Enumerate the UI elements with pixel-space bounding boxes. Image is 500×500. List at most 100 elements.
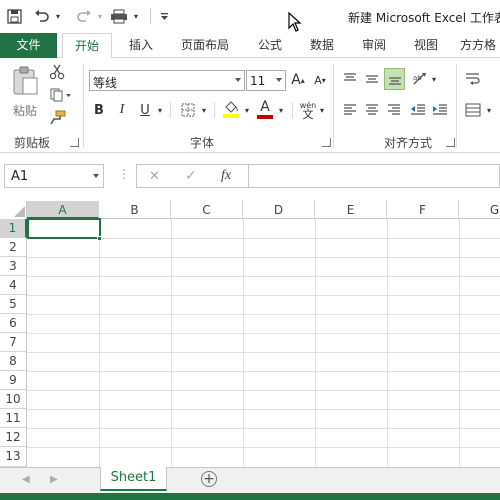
row-header-7[interactable]: 7 <box>0 333 27 352</box>
enter-icon[interactable]: ✓ <box>185 168 197 184</box>
alignment-launcher-icon[interactable] <box>446 138 455 147</box>
name-box[interactable]: A1 <box>4 164 104 188</box>
select-all-button[interactable] <box>0 201 27 219</box>
merge-dropdown-icon[interactable]: ▾ <box>484 100 494 120</box>
tab-home[interactable]: 开始 <box>62 33 112 59</box>
tab-data[interactable]: 数据 <box>300 33 344 58</box>
gridline <box>27 409 500 410</box>
tab-ffcell[interactable]: 方方格 <box>460 33 500 58</box>
formula-buttons: ✕ ✓ fx <box>136 164 248 188</box>
phonetic-icon: 文 <box>302 108 314 121</box>
scroll-left-icon[interactable]: ◀ <box>22 474 30 485</box>
grow-font-button[interactable]: A ▴ <box>290 70 306 90</box>
print-preview-icon[interactable] <box>108 6 130 26</box>
column-header-b[interactable]: B <box>99 201 171 219</box>
copy-icon[interactable] <box>46 85 76 105</box>
row-header-3[interactable]: 3 <box>0 257 27 276</box>
fill-handle[interactable] <box>97 236 102 241</box>
tab-page-layout[interactable]: 页面布局 <box>170 33 240 58</box>
merge-center-icon[interactable] <box>462 100 484 120</box>
print-dropdown-icon[interactable]: ▾ <box>131 6 141 26</box>
column-header-e[interactable]: E <box>315 201 387 219</box>
fill-color-button[interactable] <box>220 98 242 120</box>
cancel-icon[interactable]: ✕ <box>149 169 160 184</box>
font-name-combo[interactable]: 等线 <box>89 70 245 91</box>
sheet-tab-sheet1[interactable]: Sheet1 <box>100 467 167 491</box>
font-color-dropdown-icon[interactable]: ▾ <box>276 100 286 120</box>
align-bottom-icon[interactable] <box>384 68 405 90</box>
group-separator <box>333 64 334 148</box>
undo-icon[interactable] <box>32 6 52 26</box>
tab-insert[interactable]: 插入 <box>118 33 164 58</box>
mouse-cursor-icon <box>288 11 302 35</box>
insert-function-icon[interactable]: fx <box>221 168 231 184</box>
row-header-4[interactable]: 4 <box>0 276 27 295</box>
row-header-9[interactable]: 9 <box>0 371 27 390</box>
align-center-icon[interactable] <box>362 100 382 120</box>
font-size-combo[interactable]: 11 <box>246 70 286 91</box>
wrap-text-icon[interactable] <box>462 68 484 90</box>
paste-button[interactable]: 粘贴 <box>8 62 42 122</box>
add-sheet-icon[interactable]: + <box>201 471 217 487</box>
gridline <box>27 390 500 391</box>
align-left-icon[interactable] <box>340 100 360 120</box>
font-launcher-icon[interactable] <box>322 138 331 147</box>
formula-input[interactable] <box>248 164 500 188</box>
gridline <box>27 447 500 448</box>
row-header-1[interactable]: 1 <box>0 219 27 238</box>
underline-dropdown-icon[interactable]: ▾ <box>155 100 165 120</box>
phonetic-dropdown-icon[interactable]: ▾ <box>318 100 326 120</box>
redo-dropdown-icon[interactable]: ▾ <box>94 6 106 26</box>
tab-file[interactable]: 文件 <box>0 33 57 58</box>
row-header-2[interactable]: 2 <box>0 238 27 257</box>
tab-review[interactable]: 审阅 <box>352 33 396 58</box>
row-header-11[interactable]: 11 <box>0 409 27 428</box>
column-header-a[interactable]: A <box>27 201 99 219</box>
orientation-dropdown-icon[interactable]: ▾ <box>430 68 438 90</box>
row-header-10[interactable]: 10 <box>0 390 27 409</box>
save-icon[interactable] <box>4 6 24 26</box>
selected-cell-a1[interactable] <box>27 218 101 239</box>
clipboard-launcher-icon[interactable] <box>70 138 79 147</box>
shrink-font-button[interactable]: A ▾ <box>312 70 328 90</box>
column-header-c[interactable]: C <box>171 201 243 219</box>
shrink-font-icon: A <box>314 73 322 87</box>
row-header-5[interactable]: 5 <box>0 295 27 314</box>
gridline <box>27 352 500 353</box>
font-color-button[interactable]: A <box>255 98 275 120</box>
row-header-8[interactable]: 8 <box>0 352 27 371</box>
align-middle-icon[interactable] <box>362 68 382 90</box>
fill-dropdown-icon[interactable]: ▾ <box>242 100 252 120</box>
column-header-d[interactable]: D <box>243 201 315 219</box>
column-header-g[interactable]: G <box>459 201 500 219</box>
row-header-13[interactable]: 13 <box>0 447 27 467</box>
tab-view[interactable]: 视图 <box>404 33 448 58</box>
undo-dropdown-icon[interactable]: ▾ <box>52 6 64 26</box>
bold-button[interactable]: B <box>90 100 108 120</box>
orientation-icon[interactable]: ab <box>410 68 430 90</box>
borders-icon[interactable] <box>178 100 198 120</box>
font-separator <box>214 102 215 118</box>
borders-dropdown-icon[interactable]: ▾ <box>199 100 209 120</box>
underline-button[interactable]: U <box>136 100 154 120</box>
format-painter-icon[interactable] <box>46 108 68 128</box>
redo-icon[interactable] <box>74 6 94 26</box>
row-header-6[interactable]: 6 <box>0 314 27 333</box>
increase-indent-icon[interactable] <box>430 100 450 120</box>
align-top-icon[interactable] <box>340 68 360 90</box>
scroll-right-icon[interactable]: ▶ <box>50 474 58 485</box>
customize-qat-icon[interactable] <box>156 6 172 26</box>
font-size-value: 11 <box>250 74 266 88</box>
tab-formulas[interactable]: 公式 <box>248 33 292 58</box>
window-title: 新建 Microsoft Excel 工作表 <box>348 11 500 25</box>
paste-label: 粘贴 <box>12 103 37 118</box>
gridline <box>27 333 500 334</box>
align-right-icon[interactable] <box>384 100 404 120</box>
phonetic-button[interactable]: wén 文 <box>297 98 319 122</box>
italic-button[interactable]: I <box>113 100 131 120</box>
ribbon-home: 粘贴 剪贴板 等线 11 A ▴ A ▾ B I U ▾ ▾ ▾ A ▾ wén… <box>0 58 500 153</box>
cut-icon[interactable] <box>46 62 68 82</box>
column-header-f[interactable]: F <box>387 201 459 219</box>
row-header-12[interactable]: 12 <box>0 428 27 447</box>
decrease-indent-icon[interactable] <box>408 100 428 120</box>
